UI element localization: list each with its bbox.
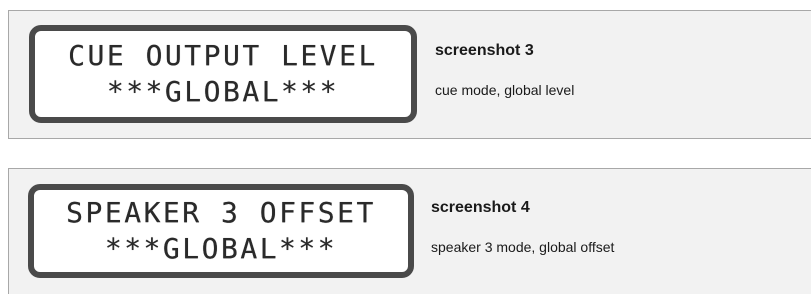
caption-title: screenshot 3: [435, 42, 534, 59]
caption-title: screenshot 4: [431, 199, 530, 216]
caption-description: speaker 3 mode, global offset: [431, 239, 615, 255]
lcd-display: CUE OUTPUT LEVEL ***GLOBAL***: [29, 25, 417, 123]
screenshot-panel: SPEAKER 3 OFFSET ***GLOBAL*** screenshot…: [8, 168, 811, 294]
lcd-line-1: SPEAKER 3 OFFSET: [66, 196, 376, 229]
lcd-line-1: CUE OUTPUT LEVEL: [68, 39, 378, 72]
caption-description: cue mode, global level: [435, 82, 575, 98]
lcd-line-2: ***GLOBAL***: [106, 75, 340, 108]
lcd-line-2: ***GLOBAL***: [104, 232, 338, 265]
lcd-display: SPEAKER 3 OFFSET ***GLOBAL***: [28, 184, 414, 278]
caption: screenshot 4 speaker 3 mode, global offs…: [431, 198, 614, 256]
caption: screenshot 3 cue mode, global level: [435, 41, 574, 99]
screenshot-panel: CUE OUTPUT LEVEL ***GLOBAL*** screenshot…: [8, 10, 811, 139]
